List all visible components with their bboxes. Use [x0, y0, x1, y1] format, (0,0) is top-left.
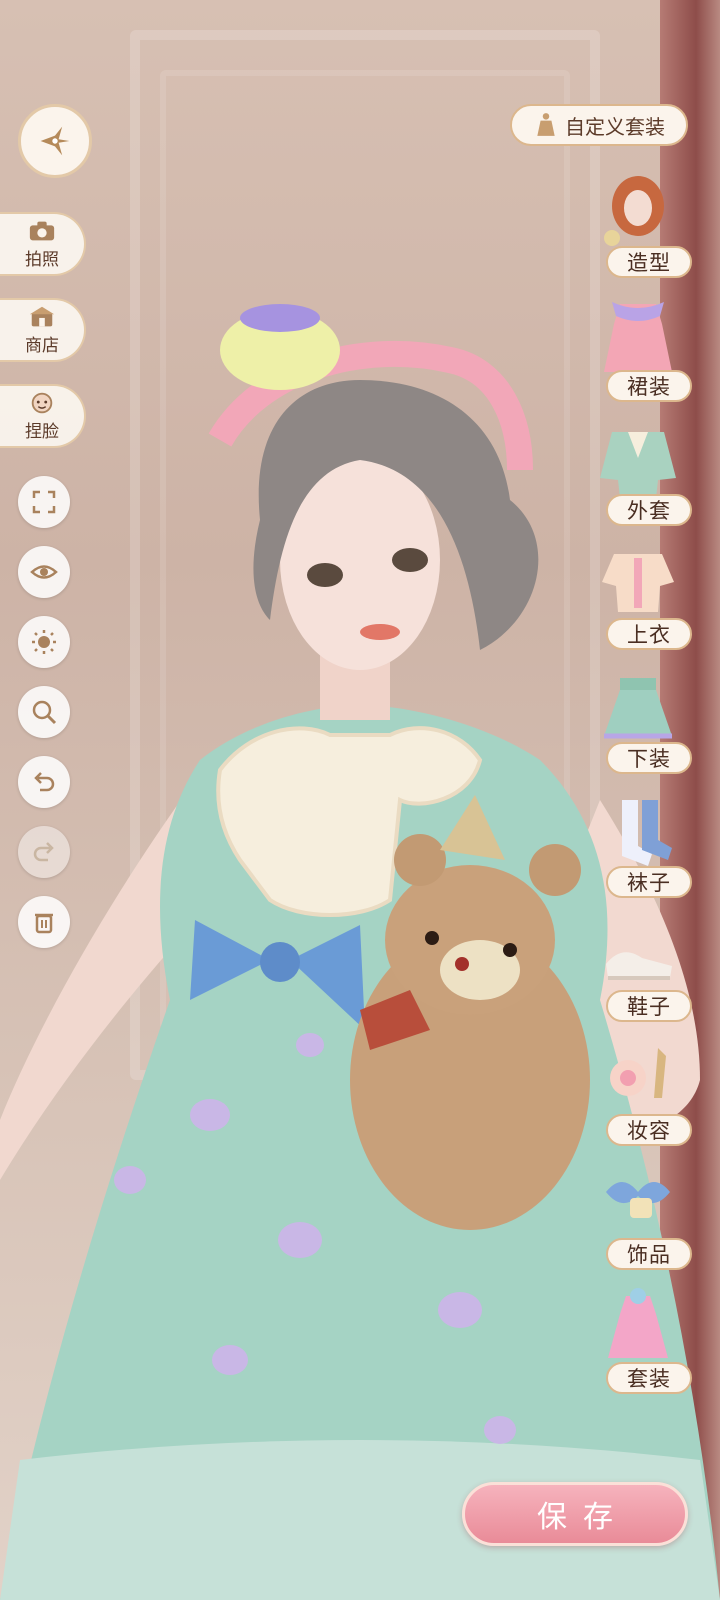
redo-icon	[33, 842, 54, 862]
accessory-icon	[606, 1182, 670, 1218]
delete-button[interactable]	[18, 896, 70, 948]
custom-outfit-label: 自定义套装	[565, 114, 665, 139]
category-socks[interactable]: 袜子	[582, 790, 692, 898]
category-makeup[interactable]: 妆容	[582, 1038, 692, 1146]
compass-star-icon	[40, 126, 70, 156]
fullscreen-button[interactable]	[18, 476, 70, 528]
category-shoes-label: 鞋子	[606, 990, 692, 1022]
fullscreen-icon	[32, 490, 56, 514]
category-outfit-set[interactable]: 套装	[582, 1286, 692, 1394]
category-socks-label: 袜子	[606, 866, 692, 898]
skirt-icon	[604, 678, 672, 739]
trash-icon	[35, 913, 53, 934]
zoom-icon	[32, 700, 57, 725]
lips	[360, 624, 400, 640]
face-label: 捏脸	[25, 421, 59, 442]
redo-button[interactable]	[18, 826, 70, 878]
category-hairstyle-label: 造型	[606, 246, 692, 278]
top-icon	[602, 554, 674, 612]
category-dress[interactable]: 裙装	[582, 294, 692, 402]
custom-outfit-button[interactable]: 自定义套装	[510, 104, 688, 146]
photo-label: 拍照	[25, 249, 59, 270]
shoes-icon	[606, 952, 672, 980]
hide-ui-button[interactable]	[18, 546, 70, 598]
photo-button[interactable]: 拍照	[0, 212, 86, 276]
eye-icon	[30, 565, 58, 579]
category-dress-label: 裙装	[606, 370, 692, 402]
category-top-label: 上衣	[606, 618, 692, 650]
face-edit-button[interactable]: 捏脸	[0, 384, 86, 448]
zoom-button[interactable]	[18, 686, 70, 738]
dress-icon	[604, 302, 672, 372]
save-button[interactable]: 保存	[462, 1482, 688, 1546]
dress-form-icon	[537, 113, 555, 136]
coat-icon	[600, 432, 676, 498]
brightness-icon	[32, 630, 56, 654]
makeup-icon	[610, 1048, 666, 1098]
category-coat[interactable]: 外套	[582, 418, 692, 526]
camera-icon	[29, 221, 55, 240]
hairstyle-icon	[604, 176, 664, 246]
outfit-set-icon	[608, 1288, 668, 1358]
shop-icon	[29, 306, 55, 326]
category-outfit-set-label: 套装	[606, 1362, 692, 1394]
category-accessory-label: 饰品	[606, 1238, 692, 1270]
category-bottom[interactable]: 下装	[582, 666, 692, 774]
category-top[interactable]: 上衣	[582, 542, 692, 650]
face-icon	[31, 392, 53, 413]
category-accessory[interactable]: 饰品	[582, 1162, 692, 1270]
category-coat-label: 外套	[606, 494, 692, 526]
undo-icon	[34, 772, 55, 792]
undo-button[interactable]	[18, 756, 70, 808]
category-bottom-label: 下装	[606, 742, 692, 774]
shop-label: 商店	[25, 335, 59, 356]
shop-button[interactable]: 商店	[0, 298, 86, 362]
category-hairstyle[interactable]: 造型	[582, 170, 692, 278]
back-button[interactable]	[18, 104, 92, 178]
socks-icon	[622, 800, 672, 866]
category-makeup-label: 妆容	[606, 1114, 692, 1146]
save-label: 保存	[537, 1500, 629, 1535]
category-shoes[interactable]: 鞋子	[582, 914, 692, 1022]
brightness-button[interactable]	[18, 616, 70, 668]
